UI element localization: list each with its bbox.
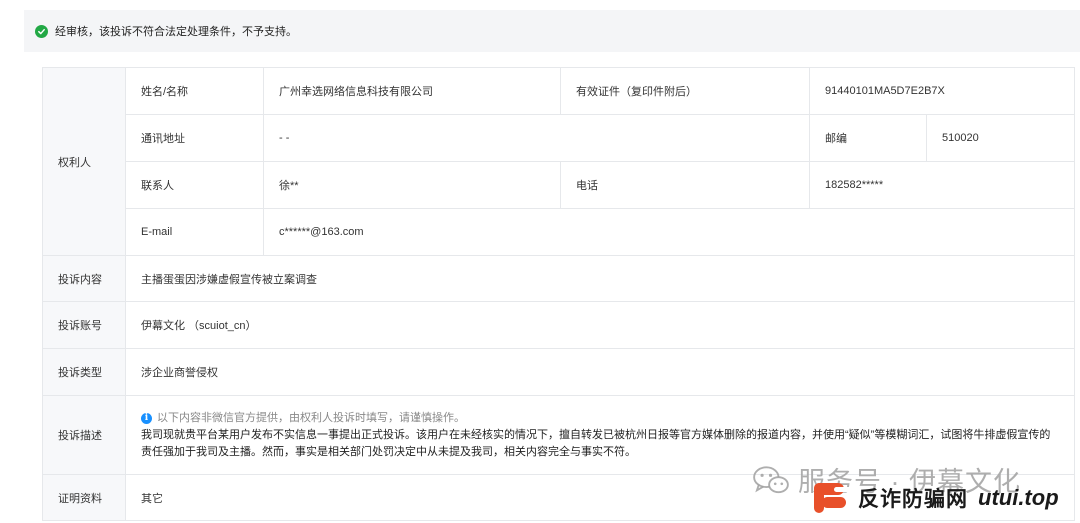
watermark-brand: 反诈防骗网 utui.top bbox=[812, 480, 1059, 516]
phone-label: 电话 bbox=[560, 161, 810, 209]
type-label: 投诉类型 bbox=[42, 348, 126, 396]
brand-domain: utui.top bbox=[978, 485, 1059, 510]
cert-label: 有效证件（复印件附后） bbox=[560, 67, 810, 115]
zip-value: 510020 bbox=[926, 114, 1075, 162]
content-label: 投诉内容 bbox=[42, 255, 126, 302]
rights-holder-label: 权利人 bbox=[42, 67, 126, 256]
brand-name: 反诈防骗网 bbox=[858, 488, 968, 511]
desc-notice-text: 以下内容非微信官方提供，由权利人投诉时填写，请谨慎操作。 bbox=[157, 411, 465, 424]
type-value: 涉企业商誉侵权 bbox=[125, 348, 1075, 396]
email-value: c******@163.com bbox=[263, 208, 1075, 256]
account-value: 伊幕文化 （scuiot_cn） bbox=[125, 301, 1075, 349]
zip-label: 邮编 bbox=[809, 114, 927, 162]
name-value: 广州幸选网络信息科技有限公司 bbox=[263, 67, 561, 115]
wechat-icon bbox=[753, 465, 789, 493]
contact-label: 联系人 bbox=[125, 161, 264, 209]
cert-value: 91440101MA5D7E2B7X bbox=[809, 67, 1075, 115]
status-banner: 经审核，该投诉不符合法定处理条件，不予支持。 bbox=[24, 10, 1080, 52]
desc-text: 我司现就贵平台某用户发布不实信息一事提出正式投诉。该用户在未经核实的情况下，擅自… bbox=[141, 428, 1051, 458]
complaint-detail-table: 权利人 姓名/名称 广州幸选网络信息科技有限公司 有效证件（复印件附后） 914… bbox=[42, 67, 1075, 521]
address-label: 通讯地址 bbox=[125, 114, 264, 162]
status-text: 经审核，该投诉不符合法定处理条件，不予支持。 bbox=[55, 26, 297, 38]
account-label: 投诉账号 bbox=[42, 301, 126, 349]
email-label: E-mail bbox=[125, 208, 264, 256]
address-value: - - bbox=[263, 114, 810, 162]
desc-notice: i 以下内容非微信官方提供，由权利人投诉时填写，请谨慎操作。 bbox=[141, 410, 1059, 427]
check-circle-icon bbox=[35, 24, 48, 38]
name-label: 姓名/名称 bbox=[125, 67, 264, 115]
contact-value: 徐** bbox=[263, 161, 561, 209]
brand-logo-icon bbox=[814, 483, 852, 513]
phone-value: 182582***** bbox=[809, 161, 1075, 209]
content-value: 主播蛋蛋因涉嫌虚假宣传被立案调查 bbox=[125, 255, 1075, 302]
evidence-label: 证明资料 bbox=[42, 474, 126, 521]
desc-label: 投诉描述 bbox=[42, 395, 126, 475]
info-icon: i bbox=[141, 412, 152, 424]
